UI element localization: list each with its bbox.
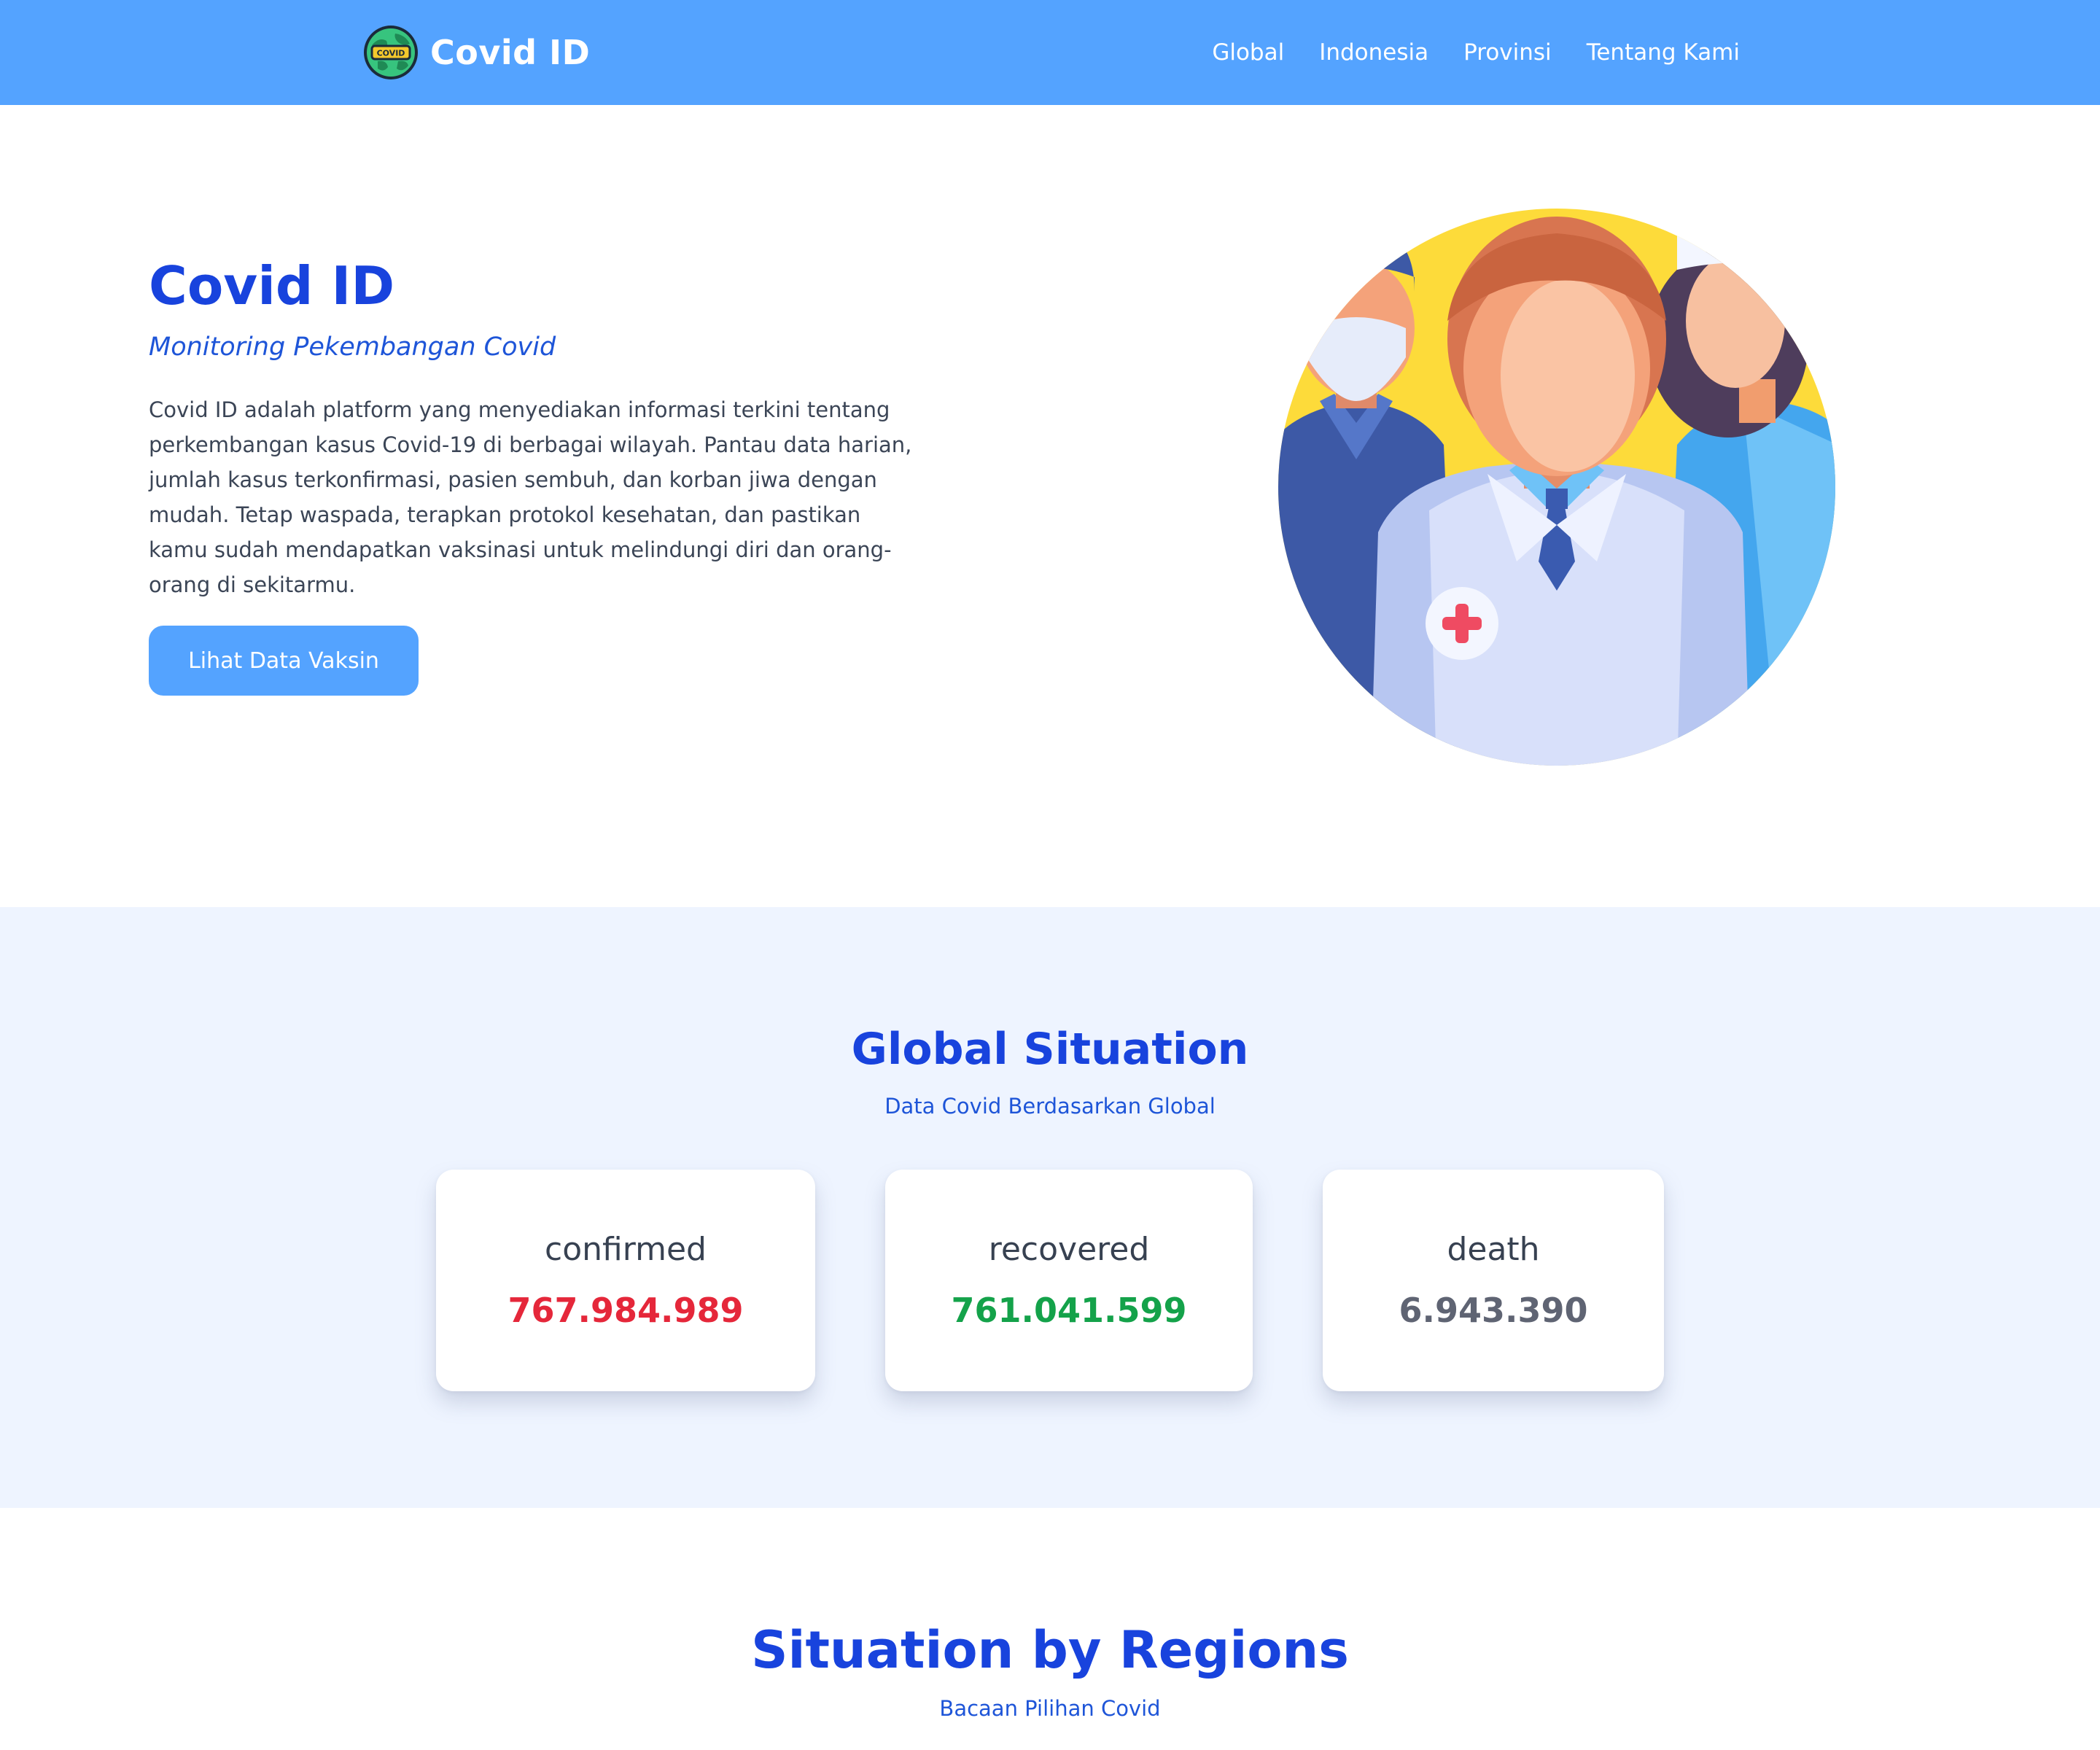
nav-menu: Global Indonesia Provinsi Tentang Kami [1177, 0, 1740, 105]
hero-subtitle: Monitoring Pekembangan Covid [149, 332, 556, 362]
nav-link-global[interactable]: Global [1212, 39, 1284, 66]
global-section-subtitle: Data Covid Berdasarkan Global [884, 1094, 1216, 1119]
confirmed-label: confirmed [545, 1231, 707, 1268]
recovered-label: recovered [988, 1231, 1150, 1268]
confirmed-card: confirmed 767.984.989 [436, 1170, 815, 1391]
regions-section-title: Situation by Regions [751, 1620, 1349, 1680]
confirmed-value: 767.984.989 [508, 1291, 744, 1330]
death-value: 6.943.390 [1399, 1291, 1588, 1330]
hero-description: Covid ID adalah platform yang menyediaka… [149, 397, 912, 597]
hero-title: Covid ID [149, 255, 395, 316]
navbar: COVID Covid ID Global Indonesia Provinsi… [0, 0, 2100, 105]
nav-link-tentang-kami[interactable]: Tentang Kami [1587, 39, 1740, 66]
view-vaccine-data-button[interactable]: Lihat Data Vaksin [149, 626, 419, 696]
brand[interactable]: COVID Covid ID [362, 23, 590, 82]
recovered-card: recovered 761.041.599 [885, 1170, 1253, 1391]
death-card: death 6.943.390 [1323, 1170, 1664, 1391]
recovered-value: 761.041.599 [951, 1291, 1187, 1330]
regions-section-subtitle: Bacaan Pilihan Covid [939, 1696, 1161, 1721]
death-label: death [1447, 1231, 1540, 1268]
medical-staff-illustration [1278, 209, 1835, 766]
nav-link-provinsi[interactable]: Provinsi [1463, 39, 1552, 66]
covid-globe-logo-icon: COVID [364, 26, 418, 79]
global-situation-section: Global Situation Data Covid Berdasarkan … [0, 907, 2100, 1508]
brand-name: Covid ID [430, 33, 591, 72]
logo-badge-text: COVID [377, 49, 405, 58]
nav-link-indonesia[interactable]: Indonesia [1319, 39, 1428, 66]
global-section-title: Global Situation [851, 1024, 1249, 1075]
